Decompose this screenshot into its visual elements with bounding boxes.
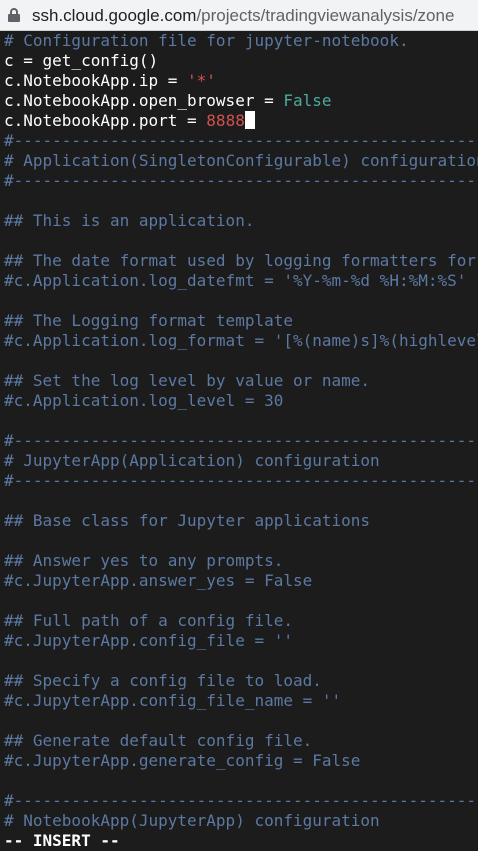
editor-line[interactable]: c.NotebookApp.port = 8888 (4, 111, 255, 131)
code-token: c = get_config() (4, 51, 159, 70)
editor-line[interactable]: # JupyterApp(Application) configuration (4, 451, 380, 471)
code-token: ## This is an application. (4, 211, 255, 230)
url-host: ssh.cloud.google.com (32, 6, 197, 25)
editor-line[interactable]: ## The date format used by logging forma… (4, 251, 478, 271)
editor-line[interactable]: ## Specify a config file to load. (4, 671, 322, 691)
editor-line[interactable]: # Application(SingletonConfigurable) con… (4, 151, 478, 171)
url-text[interactable]: ssh.cloud.google.com/projects/tradingvie… (32, 6, 454, 26)
code-token: ## The date format used by logging forma… (4, 251, 477, 270)
code-token: ## Full path of a config file. (4, 611, 293, 630)
editor-line[interactable]: ## The Logging format template (4, 311, 293, 331)
code-token: c.NotebookApp.open_browser = (4, 91, 284, 110)
editor-line[interactable]: #---------------------------------------… (4, 131, 478, 151)
editor-line[interactable]: #c.Application.log_level = 30 (4, 391, 283, 411)
code-token: 8888 (206, 111, 245, 130)
editor-line[interactable]: c.NotebookApp.open_browser = False (4, 91, 332, 111)
editor-line[interactable]: #---------------------------------------… (4, 431, 478, 451)
terminal-editor[interactable]: # Configuration file for jupyter-noteboo… (0, 31, 478, 851)
address-bar[interactable]: ssh.cloud.google.com/projects/tradingvie… (0, 0, 478, 31)
code-token: # Application(SingletonConfigurable) con… (4, 151, 478, 170)
url-path: /projects/tradingviewanalysis/zone (196, 6, 455, 25)
code-token: ## Generate default config file. (4, 731, 313, 750)
code-token: # JupyterApp(Application) configuration (4, 451, 380, 470)
editor-line[interactable]: ## This is an application. (4, 211, 254, 231)
code-token: ## Answer yes to any prompts. (4, 551, 284, 570)
editor-line[interactable]: ## Answer yes to any prompts. (4, 551, 283, 571)
lock-icon[interactable] (6, 7, 22, 23)
code-token: ## Specify a config file to load. (4, 671, 322, 690)
code-token: #c.JupyterApp.config_file = '' (4, 631, 293, 650)
editor-line[interactable]: ## Full path of a config file. (4, 611, 293, 631)
editor-line[interactable]: #c.JupyterApp.config_file = '' (4, 631, 293, 651)
editor-line[interactable]: # NotebookApp(JupyterApp) configuration (4, 811, 380, 831)
editor-line[interactable]: #c.JupyterApp.answer_yes = False (4, 571, 312, 591)
code-token: #---------------------------------------… (4, 431, 478, 450)
code-token: #---------------------------------------… (4, 471, 478, 490)
editor-line[interactable]: c = get_config() (4, 51, 158, 71)
code-token: #---------------------------------------… (4, 791, 478, 810)
code-token: # NotebookApp(JupyterApp) configuration (4, 811, 380, 830)
editor-line[interactable]: #c.Application.log_datefmt = '%Y-%m-%d %… (4, 271, 466, 291)
code-token: c.NotebookApp.port = (4, 111, 207, 130)
editor-line[interactable]: ## Generate default config file. (4, 731, 312, 751)
editor-line[interactable]: #---------------------------------------… (4, 791, 478, 811)
text-cursor (244, 111, 255, 129)
code-token: ## Base class for Jupyter applications (4, 511, 371, 530)
code-token: #---------------------------------------… (4, 171, 478, 190)
code-token: False (283, 91, 332, 110)
editor-line[interactable]: #---------------------------------------… (4, 471, 478, 491)
editor-line[interactable]: #---------------------------------------… (4, 171, 478, 191)
code-token: '*' (187, 71, 216, 90)
code-token: #c.Application.log_datefmt = '%Y-%m-%d %… (4, 271, 467, 290)
editor-line[interactable]: #c.Application.log_format = '[%(name)s]%… (4, 331, 478, 351)
editor-line[interactable]: #c.JupyterApp.generate_config = False (4, 751, 360, 771)
code-token: #c.JupyterApp.config_file_name = '' (4, 691, 342, 710)
code-token: # Configuration file for jupyter-noteboo… (4, 31, 409, 50)
vim-mode-indicator: -- INSERT -- (4, 831, 120, 850)
editor-line[interactable]: #c.JupyterApp.config_file_name = '' (4, 691, 341, 711)
code-token: #c.Application.log_level = 30 (4, 391, 284, 410)
code-token: #c.Application.log_format = '[%(name)s]%… (4, 331, 478, 350)
editor-line[interactable]: ## Set the log level by value or name. (4, 371, 370, 391)
code-token: #---------------------------------------… (4, 131, 478, 150)
editor-line[interactable]: # Configuration file for jupyter-noteboo… (4, 31, 409, 51)
editor-line[interactable]: ## Base class for Jupyter applications (4, 511, 370, 531)
editor-line[interactable]: c.NotebookApp.ip = '*' (4, 71, 216, 91)
code-token: c.NotebookApp.ip = (4, 71, 188, 90)
code-token: #c.JupyterApp.generate_config = False (4, 751, 361, 770)
code-token: #c.JupyterApp.answer_yes = False (4, 571, 313, 590)
code-token: ## The Logging format template (4, 311, 293, 330)
code-token: ## Set the log level by value or name. (4, 371, 371, 390)
